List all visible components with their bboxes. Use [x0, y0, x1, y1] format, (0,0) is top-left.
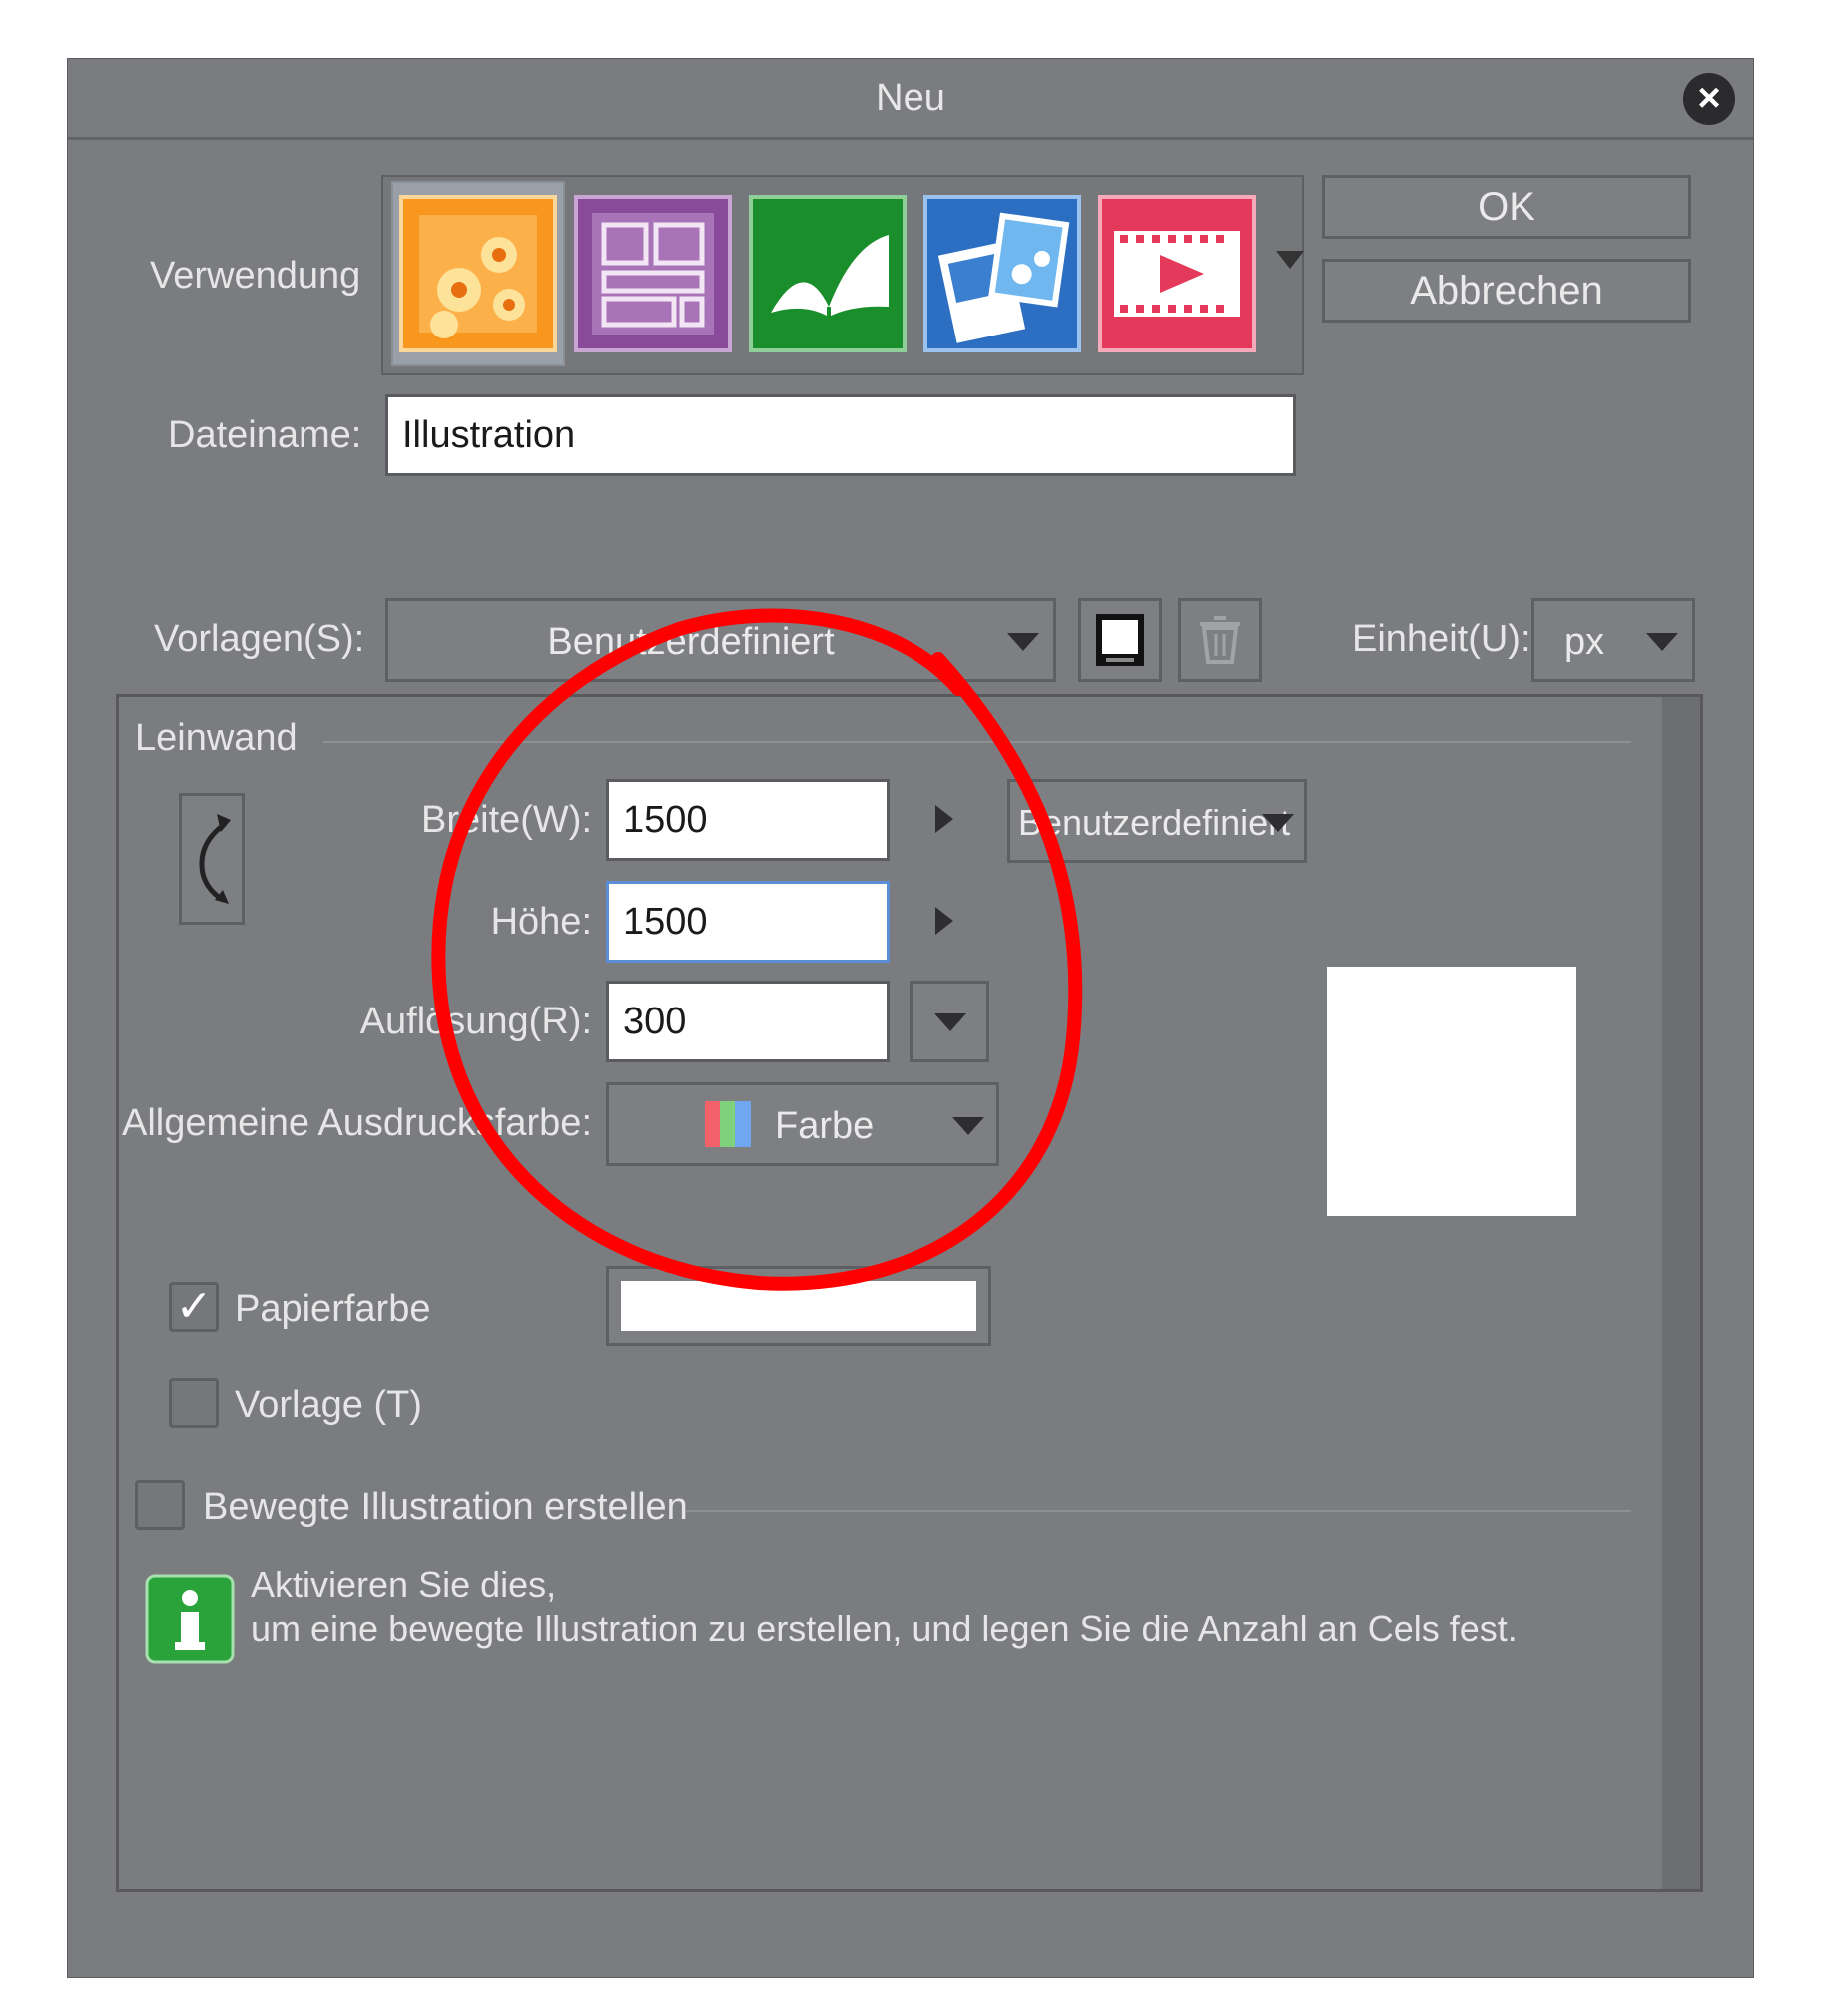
height-input[interactable]: 1500	[606, 881, 890, 963]
chevron-down-icon	[1646, 633, 1678, 651]
usage-comic-button[interactable]	[574, 195, 732, 352]
print-color-dropdown[interactable]: Farbe	[606, 1082, 999, 1166]
unit-dropdown[interactable]: px	[1531, 598, 1695, 682]
canvas-save-icon	[1096, 614, 1144, 666]
resolution-input[interactable]: 300	[606, 981, 890, 1062]
save-template-button[interactable]	[1078, 598, 1162, 682]
filename-input[interactable]: Illustration	[385, 394, 1296, 476]
panel-scrollbar[interactable]	[1662, 697, 1700, 1889]
animation-label: Bewegte Illustration erstellen	[203, 1486, 688, 1528]
delete-template-button[interactable]	[1178, 598, 1262, 682]
color-mode-icon	[705, 1101, 751, 1147]
flower-illustration-icon	[399, 195, 557, 352]
print-color-value: Farbe	[775, 1105, 875, 1147]
width-label: Breite(W):	[421, 799, 592, 841]
paper-color-label: Papierfarbe	[235, 1288, 431, 1330]
animation-info-line2: um eine bewegte Illustration zu erstelle…	[251, 1608, 1518, 1649]
usage-more-chevron-down-icon[interactable]	[1276, 251, 1304, 269]
filename-label: Dateiname:	[168, 414, 362, 456]
film-play-icon	[1098, 195, 1256, 352]
templates-dropdown[interactable]: Benutzerdefiniert	[385, 598, 1056, 682]
unit-label: Einheit(U):	[1352, 618, 1531, 660]
open-book-icon	[749, 195, 907, 352]
canvas-settings-panel: Leinwand Breite(W): 1500 Benutzerdefinie…	[116, 694, 1703, 1892]
photo-print-icon	[923, 195, 1081, 352]
paper-color-swatch	[621, 1281, 976, 1331]
swap-dimensions-button[interactable]	[179, 793, 245, 925]
canvas-section-label: Leinwand	[135, 717, 298, 759]
usage-selector	[381, 175, 1304, 375]
chevron-down-icon	[952, 1117, 984, 1135]
width-input[interactable]: 1500	[606, 779, 890, 861]
dialog-title: Neu	[876, 77, 945, 119]
chevron-down-icon	[934, 1013, 966, 1031]
canvas-preview	[1327, 967, 1576, 1216]
paper-color-swatch-button[interactable]	[606, 1266, 991, 1346]
section-divider	[323, 741, 1631, 743]
unit-value: px	[1564, 621, 1605, 663]
section-divider	[686, 1510, 1631, 1512]
close-icon[interactable]: ×	[1683, 73, 1735, 125]
templates-value: Benutzerdefiniert	[547, 621, 835, 663]
width-preset-chevron-right-icon[interactable]	[935, 805, 953, 833]
resolution-label: Auflösung(R):	[359, 1001, 592, 1042]
ok-button[interactable]: OK	[1322, 175, 1691, 239]
resolution-dropdown-button[interactable]	[910, 981, 989, 1062]
paper-color-checkbox[interactable]: ✓	[169, 1282, 219, 1332]
rotate-arrows-icon	[199, 814, 231, 904]
title-bar: Neu ×	[68, 59, 1753, 140]
template-label: Vorlage (T)	[235, 1384, 422, 1426]
templates-label: Vorlagen(S):	[154, 618, 365, 660]
new-document-dialog: Neu × Verwendung OK Abbrechen Dateiname:…	[67, 58, 1754, 1978]
chevron-down-icon	[1262, 814, 1294, 832]
usage-book-button[interactable]	[749, 195, 907, 352]
size-preset-dropdown[interactable]: Benutzerdefiniert	[1007, 779, 1307, 863]
animation-checkbox[interactable]	[135, 1480, 185, 1530]
usage-animation-button[interactable]	[1098, 195, 1256, 352]
height-preset-chevron-right-icon[interactable]	[935, 907, 953, 935]
chevron-down-icon	[1007, 633, 1039, 651]
usage-print-button[interactable]	[923, 195, 1081, 352]
usage-illustration-button[interactable]	[399, 195, 557, 352]
height-label: Höhe:	[490, 901, 592, 943]
info-icon	[145, 1574, 235, 1664]
print-color-label: Allgemeine Ausdrucksfarbe:	[121, 1102, 592, 1144]
template-checkbox[interactable]	[169, 1378, 219, 1428]
trash-icon	[1200, 616, 1240, 664]
cancel-button[interactable]: Abbrechen	[1322, 259, 1691, 323]
usage-label: Verwendung	[150, 255, 361, 297]
comic-panels-icon	[574, 195, 732, 352]
animation-info-line1: Aktivieren Sie dies,	[251, 1564, 557, 1605]
size-preset-value: Benutzerdefiniert	[1018, 802, 1291, 843]
